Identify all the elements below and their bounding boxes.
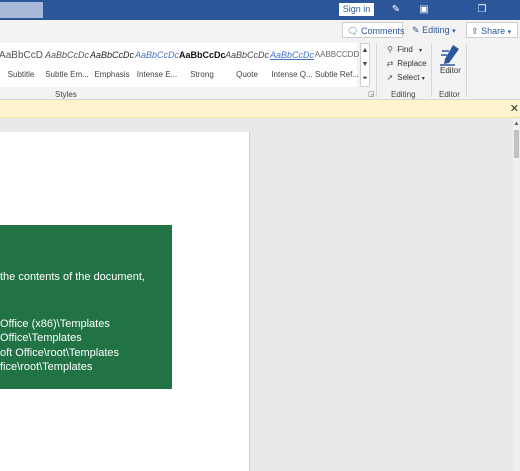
style-preview: AaBbCcDc — [134, 50, 179, 60]
message-bar: ✕ — [0, 100, 520, 118]
replace-button[interactable]: ⇄ Replace — [385, 57, 427, 70]
text-line: Office\Templates — [0, 332, 82, 344]
editor-group-label: Editor — [439, 90, 460, 99]
ribbon: AaBbCcD Subtitle AaBbCcDc Subtle Em... A… — [0, 40, 520, 100]
style-name: Intense E... — [136, 70, 178, 79]
select-label: Select — [397, 73, 420, 82]
search-icon: ⚲ — [387, 45, 393, 54]
scroll-up-icon[interactable]: ▲ — [513, 120, 520, 128]
text-line: oft Office\root\Templates — [0, 347, 120, 359]
sign-in-button[interactable]: Sign in — [339, 3, 374, 16]
comment-icon: 🗨 — [347, 26, 359, 36]
editing-mode-button[interactable]: ✎ Editing ▾ — [408, 22, 462, 38]
share-label: Share — [481, 26, 506, 36]
restore-icon[interactable]: ❐ — [474, 2, 490, 18]
document-page[interactable]: the contents of the document, Office (x8… — [0, 132, 250, 471]
style-name: Intense Q... — [271, 70, 313, 79]
style-name: Subtle Em... — [45, 70, 89, 79]
text-line: Office (x86)\Templates — [0, 318, 110, 330]
title-field[interactable] — [0, 2, 43, 18]
style-subtle-emphasis[interactable]: AaBbCcDc Subtle Em... — [44, 43, 90, 87]
group-divider — [466, 43, 467, 97]
close-icon[interactable]: ✕ — [510, 100, 519, 118]
style-name: Quote — [236, 70, 258, 79]
more-styles-icon[interactable]: ⏷ — [361, 72, 369, 86]
group-divider — [431, 43, 432, 97]
style-preview: AaBbCcDc — [224, 50, 269, 60]
pen-icon[interactable]: ✎ — [388, 2, 404, 18]
green-text-box[interactable]: the contents of the document, Office (x8… — [0, 225, 172, 389]
replace-label: Replace — [397, 59, 427, 68]
style-intense-quote[interactable]: AaBbCcDc Intense Q... — [269, 43, 315, 87]
style-name: Emphasis — [94, 70, 130, 79]
style-name: Subtitle — [7, 70, 35, 79]
style-subtitle[interactable]: AaBbCcD Subtitle — [0, 43, 44, 87]
styles-gallery: AaBbCcD Subtitle AaBbCcDc Subtle Em... A… — [0, 43, 360, 87]
title-bar: Sign in ✎ ▣ ❐ — [0, 0, 520, 20]
styles-group-label: Styles — [55, 90, 77, 99]
chevron-down-icon: ▾ — [421, 76, 425, 82]
document-area: the contents of the document, Office (x8… — [0, 118, 520, 471]
editor-label: Editor — [440, 66, 461, 75]
style-name: Subtle Ref... — [314, 70, 360, 79]
style-preview: AaBbCcDc — [44, 50, 89, 60]
chevron-down-icon: ▾ — [507, 29, 512, 36]
style-emphasis[interactable]: AaBbCcDc Emphasis — [89, 43, 135, 87]
vertical-scrollbar[interactable]: ▲ — [513, 118, 520, 471]
comments-label: Comments — [360, 26, 405, 36]
scroll-thumb[interactable] — [514, 130, 519, 158]
style-intense-emphasis[interactable]: AaBbCcDc Intense E... — [134, 43, 180, 87]
styles-gallery-scroll: ▲ ▼ ⏷ — [360, 43, 370, 87]
share-icon: ⇪ — [471, 26, 479, 36]
style-name: Strong — [190, 70, 214, 79]
ribbon-display-icon[interactable]: ▣ — [416, 2, 432, 18]
find-label: Find — [397, 45, 413, 54]
style-preview: AaBbCcDc — [179, 50, 225, 60]
share-button[interactable]: ⇪ Share ▾ — [466, 22, 518, 38]
editing-mode-label: Editing — [422, 25, 450, 35]
replace-icon: ⇄ — [386, 59, 394, 68]
style-subtle-reference[interactable]: AABBCCDD Subtle Ref... — [314, 43, 360, 87]
style-preview: AaBbCcDc — [269, 50, 314, 60]
style-quote[interactable]: AaBbCcDc Quote — [224, 43, 270, 87]
find-button[interactable]: ⚲ Find ▾ — [385, 43, 422, 56]
editor-icon — [440, 45, 459, 66]
style-preview: AaBbCcDc — [89, 50, 134, 60]
style-strong[interactable]: AaBbCcDc Strong — [179, 43, 225, 87]
style-preview: AaBbCcD — [0, 50, 43, 61]
comments-button[interactable]: 🗨 Comments — [342, 22, 405, 38]
chevron-down-icon: ▾ — [452, 28, 456, 35]
dialog-launcher-icon[interactable]: ◲ — [368, 90, 375, 98]
cursor-icon: ➚ — [386, 73, 394, 82]
editing-group-label: Editing — [391, 90, 416, 99]
group-divider — [376, 43, 377, 97]
pencil-icon: ✎ — [412, 25, 420, 35]
command-row: 🗨 Comments ✎ Editing ▾ ⇪ Share ▾ — [0, 20, 520, 40]
chevron-up-icon[interactable]: ▲ — [361, 44, 369, 58]
text-line: fice\root\Templates — [0, 361, 93, 373]
select-button[interactable]: ➚ Select ▾ — [385, 71, 425, 84]
chevron-down-icon[interactable]: ▼ — [361, 58, 369, 72]
chevron-down-icon: ▾ — [419, 48, 423, 54]
style-preview: AABBCCDD — [314, 50, 360, 59]
text-line: the contents of the document, — [0, 271, 145, 283]
